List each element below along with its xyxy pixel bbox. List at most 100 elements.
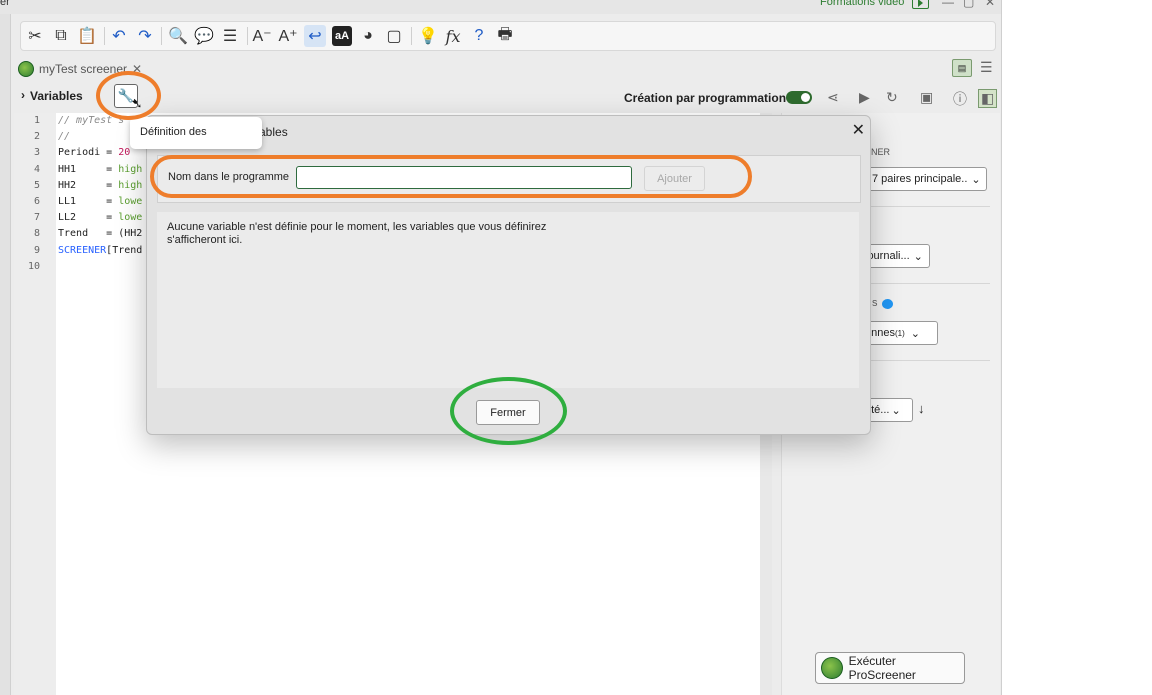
line-number: 1 <box>33 115 40 126</box>
code-token: HH2 = <box>58 179 119 191</box>
code-line: LL1 = lowe <box>58 196 142 207</box>
font-case-icon[interactable]: aA <box>332 26 352 46</box>
creation-label: Création par programmation <box>624 91 787 105</box>
name-label: Nom dans le programme <box>168 171 290 183</box>
creation-toggle[interactable] <box>786 91 812 104</box>
editor-toolbar: ✂ ⧉ 📋 ↶ ↷ 🔍 💬 ☰ A⁻ A⁺ ↩ aA ◕ ▢ 💡 fx ? 🖶 <box>20 21 996 51</box>
period-select-value: journali... <box>865 250 910 262</box>
sort-direction-icon[interactable]: ↓ <box>918 401 925 416</box>
code-line: // myTest s <box>58 115 124 126</box>
code-token: SCREENER <box>58 244 107 256</box>
add-button[interactable]: Ajouter <box>644 166 705 191</box>
code-line: LL2 = lowe <box>58 212 142 223</box>
variables-bar: › Variables 🔧 <box>10 82 1001 112</box>
tab-close-icon[interactable]: ✕ <box>132 62 142 76</box>
menu-icon[interactable]: ☰ <box>980 59 993 76</box>
chevron-down-icon: ⌄ <box>910 327 920 340</box>
code-token: // <box>58 131 71 143</box>
code-line: HH2 = high <box>58 180 142 191</box>
title-bar: er Formations vidéo — ▢ ✕ <box>0 0 1001 14</box>
window-title: er <box>0 0 10 8</box>
tab-mytest-screener[interactable]: myTest screener ✕ <box>18 59 142 79</box>
reload-icon[interactable]: ↻ <box>886 89 898 106</box>
toolbar-divider <box>411 27 412 45</box>
info-icon[interactable]: ⓘ <box>953 89 967 109</box>
line-number: 9 <box>33 244 40 256</box>
variables-label[interactable]: Variables <box>30 89 83 103</box>
tooltip: Définition des <box>130 117 262 149</box>
info-bubble-icon[interactable] <box>882 299 893 309</box>
code-token: Periodi = <box>58 147 119 159</box>
run-icon[interactable]: ▶ <box>859 89 870 106</box>
code-token: [Trend <box>106 244 143 256</box>
market-select-value: 7 paires principale.. <box>872 173 968 185</box>
copy-icon[interactable]: ⧉ <box>50 25 72 47</box>
wrap-icon[interactable]: ↩ <box>304 25 326 47</box>
code-token: high <box>118 163 143 175</box>
divider <box>860 206 990 207</box>
layout-toggle-icon[interactable]: ▤ <box>952 59 972 77</box>
code-line: SCREENER[Trend <box>58 245 142 256</box>
columns-count: (1) <box>894 328 905 338</box>
code-token: lowe <box>118 196 143 207</box>
empty-state-text: Aucune variable n'est définie pour le mo… <box>167 221 547 246</box>
divider <box>860 283 990 284</box>
save-icon[interactable]: ▣ <box>920 89 933 106</box>
line-number: 6 <box>33 196 40 207</box>
code-token: LL1 = <box>58 196 119 207</box>
line-number: 8 <box>33 228 40 240</box>
decrease-font-icon[interactable]: A⁻ <box>251 25 273 47</box>
maximize-icon[interactable]: ▢ <box>963 0 974 9</box>
code-token: LL2 = <box>58 212 119 224</box>
redo-icon[interactable]: ↷ <box>134 25 156 47</box>
comment-icon[interactable]: 💬 <box>193 25 215 47</box>
close-button[interactable]: Fermer <box>476 400 540 425</box>
increase-font-icon[interactable]: A⁺ <box>277 25 299 47</box>
globe-icon <box>18 61 34 77</box>
tab-bar: myTest screener ✕ <box>10 57 1001 80</box>
code-token: 20 <box>118 147 131 159</box>
chevron-right-icon[interactable]: › <box>21 88 25 102</box>
line-number: 3 <box>33 147 40 159</box>
formations-video-link[interactable]: Formations vidéo <box>820 0 904 8</box>
code-token: // myTest s <box>58 115 125 126</box>
paste-icon[interactable]: 📋 <box>76 25 98 47</box>
frame-icon[interactable]: ▢ <box>383 25 405 47</box>
function-icon[interactable]: fx <box>442 25 464 47</box>
close-window-icon[interactable]: ✕ <box>985 0 995 9</box>
columns-select[interactable]: onnes (1) ⌄ <box>860 321 938 345</box>
help-icon[interactable]: ? <box>468 25 490 47</box>
section-fragment: s <box>872 297 878 309</box>
search-icon[interactable]: 🔍 <box>167 25 189 47</box>
dialog-close-icon[interactable]: ✕ <box>852 120 865 140</box>
code-token: high <box>118 179 143 191</box>
chevron-down-icon: ⌄ <box>971 173 981 186</box>
tab-label: myTest screener <box>39 62 128 76</box>
print-icon[interactable]: 🖶 <box>494 25 516 47</box>
code-line: Periodi = 20 <box>58 147 130 158</box>
code-line: // <box>58 131 70 142</box>
line-number: 7 <box>33 212 40 224</box>
section-title-fragment: NER <box>871 147 891 157</box>
line-number: 2 <box>33 131 40 143</box>
run-proscreener-button[interactable]: Exécuter ProScreener <box>815 652 965 684</box>
variables-dialog: ables ✕ Nom dans le programme Ajouter Au… <box>146 115 871 435</box>
bulb-icon[interactable]: 💡 <box>417 25 439 47</box>
undo-icon[interactable]: ↶ <box>108 25 130 47</box>
line-number: 10 <box>27 260 40 272</box>
cut-icon[interactable]: ✂ <box>24 25 46 47</box>
toolbar-divider <box>104 27 105 45</box>
panel-toggle-icon[interactable]: ◧ <box>978 89 998 108</box>
video-play-icon[interactable] <box>912 0 929 9</box>
color-wheel-icon[interactable]: ◕ <box>357 25 379 47</box>
indent-icon[interactable]: ☰ <box>219 25 241 47</box>
variable-name-input[interactable] <box>296 166 632 189</box>
tooltip-text: Définition des <box>140 126 207 138</box>
share-icon[interactable]: ⋖ <box>827 89 839 106</box>
code-token: lowe <box>118 212 143 224</box>
line-number: 5 <box>33 179 40 191</box>
market-select[interactable]: 7 paires principale.. ⌄ <box>867 167 987 191</box>
minimize-icon[interactable]: — <box>942 0 954 9</box>
code-line: HH1 = high <box>58 164 142 175</box>
toolbar-divider <box>247 27 248 45</box>
